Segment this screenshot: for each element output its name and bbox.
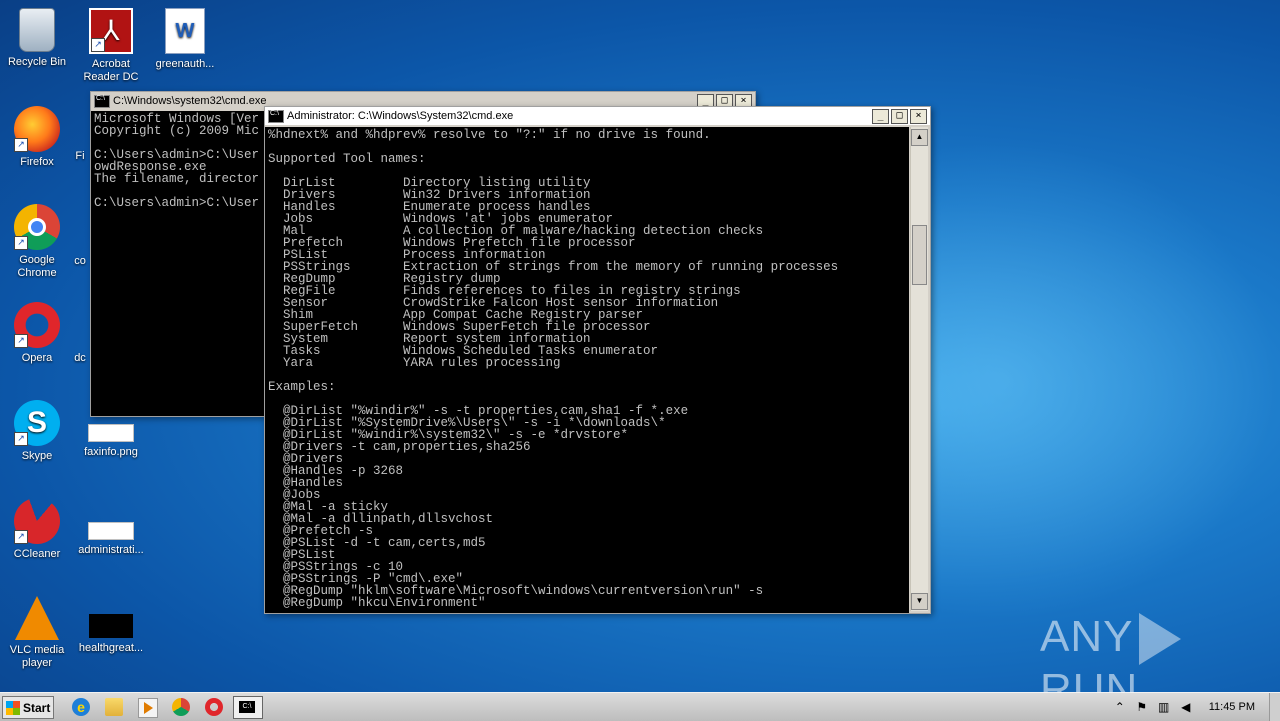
desktop-icon-administrati[interactable]: administrati... <box>74 498 148 557</box>
skype-icon: S ↗ <box>14 400 60 446</box>
scroll-up-button[interactable]: ▲ <box>911 129 928 146</box>
console-line: @Handles -p 3268 <box>268 464 404 478</box>
media-player-icon[interactable] <box>138 698 158 718</box>
taskbar: Start e C:\ ⌃ ⚑ ▥ ◀ 11:45 PM <box>0 692 1280 721</box>
cmd-taskbar-icon: C:\ <box>239 701 255 713</box>
desktop-icon-label: greenauth... <box>155 58 215 70</box>
desktop-icon-acrobat[interactable]: ⅄ ↗ Acrobat Reader DC <box>74 8 148 84</box>
desktop-icon-healthgreat[interactable]: healthgreat... <box>74 596 148 655</box>
firefox-icon: ↗ <box>14 106 60 152</box>
windows-logo-icon <box>6 700 20 715</box>
console-line: Yara YARA rules processing <box>268 356 561 370</box>
file-icon <box>88 522 134 540</box>
maximize-button[interactable]: □ <box>891 108 908 124</box>
cmd-app-icon <box>94 94 110 108</box>
volume-icon[interactable]: ◀ <box>1178 699 1194 715</box>
file-icon <box>89 614 133 638</box>
recycle-bin-icon <box>19 8 55 52</box>
desktop-icon-label: Acrobat Reader DC <box>83 58 139 83</box>
vertical-scrollbar[interactable]: ▲ ▼ <box>910 127 928 611</box>
internet-explorer-icon[interactable]: e <box>72 698 90 716</box>
desktop-icon-label: faxinfo.png <box>84 446 138 458</box>
console-line: @PSList -d -t cam,certs,md5 <box>268 536 486 550</box>
start-label: Start <box>23 700 51 715</box>
network-icon[interactable]: ▥ <box>1156 699 1172 715</box>
desktop-icon-label: VLC media player <box>9 644 65 669</box>
desktop-icon-label: Recycle Bin <box>7 56 67 68</box>
console-line: Supported Tool names: <box>268 152 426 166</box>
shortcut-arrow-icon: ↗ <box>91 38 105 52</box>
desktop-icon-vlc[interactable]: VLC media player <box>0 596 74 670</box>
console-line: @RegDump "hkcu\Environment" <box>268 596 486 610</box>
flag-icon[interactable]: ⚑ <box>1134 699 1150 715</box>
console-line: %hdnext% and %hdprev% resolve to "?:" if… <box>268 128 711 142</box>
vlc-icon <box>15 596 59 640</box>
shortcut-arrow-icon: ↗ <box>14 432 28 446</box>
image-file-icon <box>88 424 134 442</box>
desktop-icon-label: healthgreat... <box>78 642 144 654</box>
desktop-icon-label: administrati... <box>78 544 144 556</box>
console-output[interactable]: %hdnext% and %hdprev% resolve to "?:" if… <box>265 127 909 613</box>
shortcut-arrow-icon: ↗ <box>14 138 28 152</box>
console-line: @Drivers -t cam,properties,sha256 <box>268 440 531 454</box>
scroll-thumb[interactable] <box>912 225 927 285</box>
cmd-taskbar-button[interactable]: C:\ <box>233 696 263 719</box>
clock[interactable]: 11:45 PM <box>1209 701 1255 713</box>
desktop-icon-ccleaner[interactable]: ↗ CCleaner <box>0 498 74 561</box>
minimize-button[interactable]: _ <box>872 108 889 124</box>
cmd-window-administrator[interactable]: Administrator: C:\Windows\System32\cmd.e… <box>264 106 931 614</box>
play-logo-icon <box>1139 613 1182 666</box>
desktop-icon-label: Skype <box>21 450 53 462</box>
start-button[interactable]: Start <box>2 696 54 719</box>
desktop-icon-skype[interactable]: S ↗ Skype <box>0 400 74 463</box>
window-titlebar[interactable]: Administrator: C:\Windows\System32\cmd.e… <box>265 107 930 125</box>
system-tray: ⌃ ⚑ ▥ ◀ 11:45 PM <box>1109 693 1280 721</box>
watermark-left: ANY <box>1040 612 1134 661</box>
console-line: @Handles <box>268 476 344 490</box>
ccleaner-icon: ↗ <box>14 498 60 544</box>
shortcut-arrow-icon: ↗ <box>14 236 28 250</box>
shortcut-arrow-icon: ↗ <box>14 334 28 348</box>
show-desktop-button[interactable] <box>1269 693 1280 721</box>
cmd-app-icon <box>268 109 284 123</box>
desktop-icon-label: CCleaner <box>13 548 61 560</box>
desktop-icon-greenauth[interactable]: W greenauth... <box>148 8 222 71</box>
word-document-icon: W <box>165 8 205 54</box>
desktop-icon-chrome[interactable]: ↗ Google Chrome <box>0 204 74 280</box>
opera-icon: ↗ <box>14 302 60 348</box>
window-title: Administrator: C:\Windows\System32\cmd.e… <box>287 110 514 122</box>
console-line: Examples: <box>268 380 336 394</box>
show-hidden-icons-chevron-icon[interactable]: ⌃ <box>1112 699 1128 715</box>
chrome-taskbar-icon[interactable] <box>172 698 190 716</box>
desktop-icon-recycle-bin[interactable]: Recycle Bin <box>0 8 74 69</box>
shortcut-arrow-icon: ↗ <box>14 530 28 544</box>
scroll-down-button[interactable]: ▼ <box>911 593 928 610</box>
opera-taskbar-icon[interactable] <box>205 698 223 716</box>
chrome-icon: ↗ <box>14 204 60 250</box>
close-button[interactable]: × <box>910 108 927 124</box>
file-explorer-icon[interactable] <box>105 698 123 716</box>
acrobat-icon: ⅄ ↗ <box>89 8 133 54</box>
